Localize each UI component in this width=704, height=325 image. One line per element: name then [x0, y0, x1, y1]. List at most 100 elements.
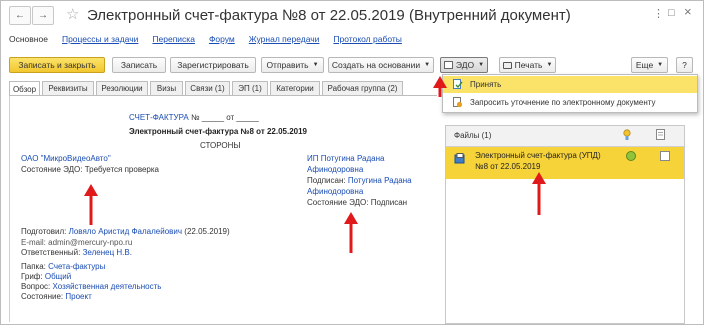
- signature-status-icon: [622, 129, 632, 141]
- question-label: Вопрос:: [21, 282, 51, 291]
- annotation-arrow: [532, 172, 546, 215]
- tab-label: ЭП (1): [238, 84, 262, 93]
- right-party-edo-status: Состояние ЭДО: Подписан: [307, 198, 408, 207]
- invoice-header-number: № _____ от _____: [190, 113, 259, 122]
- right-party-name-line1[interactable]: ИП Потугина Радана: [307, 154, 384, 163]
- more-button[interactable]: Еще ▼: [631, 57, 668, 73]
- prepared-date: (22.05.2019): [184, 227, 230, 236]
- help-button[interactable]: ?: [676, 57, 693, 73]
- document-heading: Электронный счет-фактура №8 от 22.05.201…: [129, 127, 307, 136]
- tab-resolutions[interactable]: Резолюции: [96, 81, 148, 95]
- nav-processes-tasks[interactable]: Процессы и задачи: [62, 34, 138, 44]
- nav-work-protocol[interactable]: Протокол работы: [333, 34, 401, 44]
- more-menu-icon[interactable]: ⋮: [653, 7, 664, 20]
- forward-button[interactable]: →: [32, 6, 54, 25]
- chevron-down-icon: ▼: [657, 62, 664, 68]
- right-party-name-line2[interactable]: Афинодоровна: [307, 165, 363, 174]
- prepared-by: Подготовил: Ловяло Аристид Фалалейович (…: [21, 227, 230, 236]
- section-nav: Основное Процессы и задачи Переписка Фор…: [9, 34, 416, 44]
- file-row[interactable]: Электронный счет-фактура (УПД) №8 от 22.…: [446, 147, 684, 179]
- sides-label: СТОРОНЫ: [200, 141, 241, 150]
- create-based-on-button[interactable]: Создать на основании ▼: [328, 57, 434, 73]
- left-party-edo-status: Состояние ЭДО: Требуется проверка: [21, 165, 159, 174]
- chevron-down-icon: ▼: [424, 62, 431, 68]
- right-party-signed: Подписан: Потугина Радана: [307, 176, 412, 185]
- back-arrow-icon: ←: [15, 10, 25, 21]
- question-line: Вопрос: Хозяйственная деятельность: [21, 282, 161, 291]
- chevron-down-icon: ▼: [312, 62, 319, 68]
- grif-line: Гриф: Общий: [21, 272, 71, 281]
- tab-categories[interactable]: Категории: [270, 81, 320, 95]
- prepared-by-link[interactable]: Ловяло Аристид Фалалейович: [69, 227, 182, 236]
- save-and-close-label: Записать и закрыть: [18, 60, 96, 70]
- menu-item-accept-label: Принять: [470, 80, 502, 89]
- tab-label: Обзор: [12, 84, 37, 94]
- file-name-line2: №8 от 22.05.2019: [475, 162, 541, 171]
- edo-icon: [443, 61, 453, 69]
- signer-name-line2[interactable]: Афинодоровна: [307, 187, 363, 196]
- nav-forum[interactable]: Форум: [209, 34, 235, 44]
- save-button[interactable]: Записать: [112, 57, 166, 73]
- annotation-arrow: [344, 212, 358, 253]
- print-button[interactable]: Печать ▼: [499, 57, 556, 73]
- responsible-link[interactable]: Зеленец Н.В.: [83, 248, 132, 257]
- state-line: Состояние: Проект: [21, 292, 92, 301]
- document-column-icon: [656, 129, 665, 140]
- left-party-name[interactable]: ОАО "МикроВидеоАвто": [21, 154, 111, 163]
- nav-correspondence[interactable]: Переписка: [152, 34, 195, 44]
- nav-main[interactable]: Основное: [9, 34, 48, 44]
- prepared-label: Подготовил:: [21, 227, 67, 236]
- invoice-header-title[interactable]: СЧЕТ-ФАКТУРА: [129, 113, 189, 122]
- state-link[interactable]: Проект: [65, 292, 91, 301]
- favorite-star-icon[interactable]: ☆: [66, 5, 79, 23]
- menu-item-request-clarification[interactable]: Запросить уточнение по электронному доку…: [443, 94, 697, 111]
- responsible-label: Ответственный:: [21, 248, 81, 257]
- tab-overview[interactable]: Обзор: [9, 81, 40, 96]
- files-header: Файлы (1): [446, 126, 684, 147]
- grif-label: Гриф:: [21, 272, 43, 281]
- send-button[interactable]: Отправить ▼: [261, 57, 324, 73]
- menu-item-request-clarification-label: Запросить уточнение по электронному доку…: [470, 98, 656, 107]
- folder-line: Папка: Счета-фактуры: [21, 262, 105, 271]
- close-icon[interactable]: ×: [684, 4, 692, 19]
- print-label: Печать: [514, 60, 543, 70]
- state-label: Состояние:: [21, 292, 64, 301]
- signer-name-line1[interactable]: Потугина Радана: [348, 176, 412, 185]
- chevron-down-icon: ▼: [546, 62, 553, 68]
- tab-label: Резолюции: [101, 84, 143, 93]
- register-label: Зарегистрировать: [177, 60, 249, 70]
- save-and-close-button[interactable]: Записать и закрыть: [9, 57, 105, 73]
- grif-link[interactable]: Общий: [45, 272, 71, 281]
- tab-label: Категории: [276, 84, 314, 93]
- menu-item-accept[interactable]: Принять: [443, 76, 697, 93]
- accept-icon: [452, 79, 463, 90]
- folder-link[interactable]: Счета-фактуры: [48, 262, 105, 271]
- question-link[interactable]: Хозяйственная деятельность: [52, 282, 161, 291]
- register-button[interactable]: Зарегистрировать: [170, 57, 256, 73]
- help-label: ?: [682, 60, 687, 70]
- tab-links[interactable]: Связи (1): [185, 81, 230, 95]
- create-based-on-label: Создать на основании: [331, 60, 421, 70]
- tab-label: Рабочая группа (2): [327, 84, 398, 93]
- nav-transfer-log[interactable]: Журнал передачи: [249, 34, 320, 44]
- forward-arrow-icon: →: [38, 10, 48, 21]
- annotation-arrow: [433, 76, 447, 97]
- tab-label: Реквизиты: [48, 84, 88, 93]
- invoice-header: СЧЕТ-ФАКТУРА № _____ от _____: [129, 113, 259, 122]
- maximize-icon[interactable]: □: [668, 7, 675, 19]
- document-preview: СЧЕТ-ФАКТУРА № _____ от _____ Электронны…: [9, 96, 438, 322]
- back-button[interactable]: ←: [9, 6, 31, 25]
- tab-requisites[interactable]: Реквизиты: [42, 81, 94, 95]
- tab-label: Связи (1): [190, 84, 225, 93]
- file-name-line1: Электронный счет-фактура (УПД): [475, 151, 601, 160]
- tab-work-group[interactable]: Рабочая группа (2): [322, 81, 403, 95]
- file-checkbox[interactable]: [660, 151, 670, 161]
- tab-visas[interactable]: Визы: [150, 81, 183, 95]
- tab-signatures[interactable]: ЭП (1): [232, 81, 268, 95]
- edo-document-icon: [454, 153, 466, 165]
- edo-label: ЭДО: [455, 60, 475, 70]
- chevron-down-icon: ▼: [478, 62, 485, 68]
- edo-button[interactable]: ЭДО ▼: [440, 57, 488, 73]
- request-clarification-icon: [452, 97, 463, 108]
- folder-label: Папка:: [21, 262, 46, 271]
